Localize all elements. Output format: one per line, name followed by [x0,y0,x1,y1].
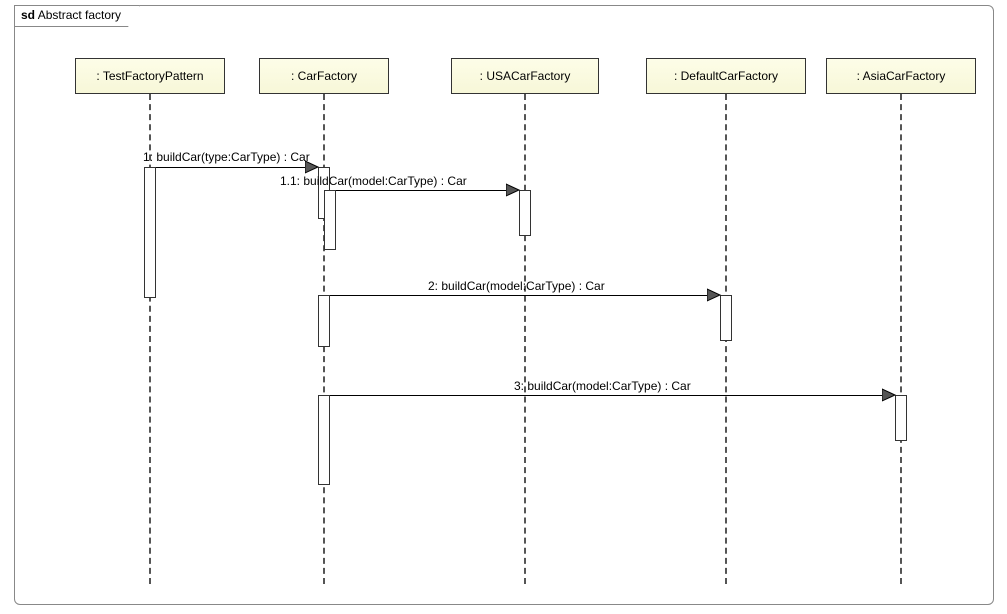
participant-car-factory: : CarFactory [259,58,389,94]
arrow-head-icon [305,159,321,175]
participant-usa-car-factory: : USACarFactory [451,58,599,94]
arrow-head-icon [707,287,723,303]
message-arrow [156,167,315,168]
participant-asia-car-factory: : AsiaCarFactory [826,58,976,94]
activation-bar [318,395,330,485]
participant-label: : USACarFactory [480,69,571,83]
frame-title-tab: sd Abstract factory [14,5,140,27]
participant-default-car-factory: : DefaultCarFactory [646,58,806,94]
message-label: 3: buildCar(model:CarType) : Car [514,379,691,393]
activation-bar [144,167,156,298]
participant-label: : CarFactory [291,69,357,83]
activation-bar [324,190,336,250]
message-label: 1: buildCar(type:CarType) : Car [143,150,310,164]
participant-test-factory: : TestFactoryPattern [75,58,225,94]
frame-prefix: sd [21,8,35,22]
diagram-canvas: sd Abstract factory : TestFactoryPattern… [0,0,1007,614]
lifeline [900,94,902,584]
participant-label: : TestFactoryPattern [96,69,203,83]
participant-label: : AsiaCarFactory [857,69,946,83]
arrow-head-icon [882,387,898,403]
activation-bar [318,295,330,347]
message-label: 2: buildCar(model:CarType) : Car [428,279,605,293]
frame-title: Abstract factory [38,8,121,22]
arrow-head-icon [506,182,522,198]
message-arrow [330,295,717,296]
message-arrow [330,395,892,396]
message-arrow [336,190,516,191]
message-label: 1.1: buildCar(model:CarType) : Car [280,174,467,188]
participant-label: : DefaultCarFactory [674,69,778,83]
sequence-frame: sd Abstract factory [14,5,994,605]
lifeline [524,94,526,584]
